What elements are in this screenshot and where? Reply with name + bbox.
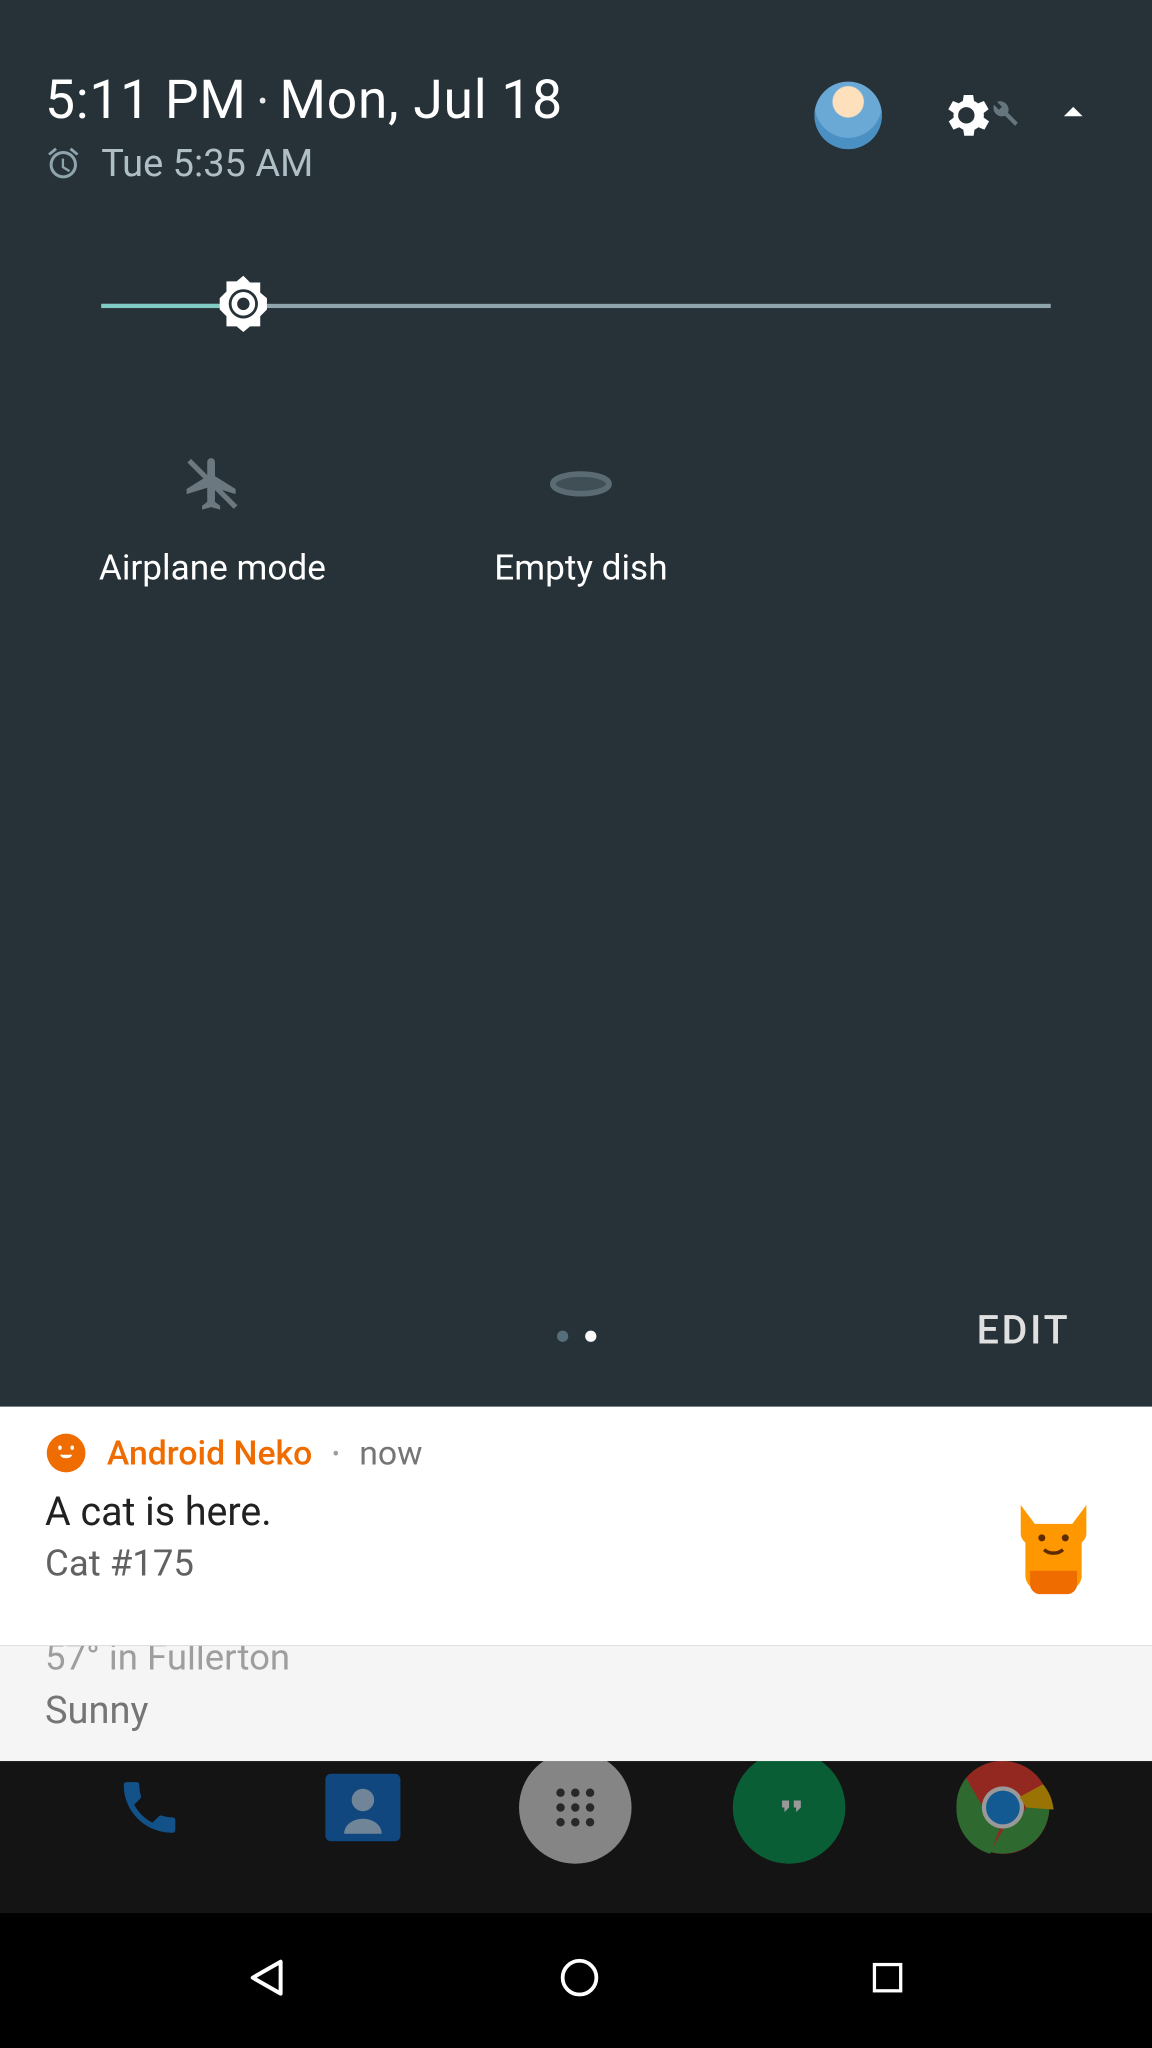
neko-cat-icon	[997, 1491, 1110, 1604]
back-button[interactable]	[245, 1954, 293, 2007]
brightness-slider[interactable]	[101, 262, 1050, 352]
airplane-mode-tile[interactable]: Airplane mode	[28, 450, 397, 589]
chevron-up-icon	[1051, 90, 1096, 135]
page-dot-0	[556, 1331, 567, 1342]
page-indicator[interactable]	[556, 1331, 595, 1342]
notification-title: A cat is here.	[45, 1488, 1113, 1534]
alarm-icon	[45, 145, 82, 182]
navigation-bar	[0, 1913, 1152, 2048]
recents-button[interactable]	[868, 1958, 907, 2003]
home-button[interactable]	[558, 1955, 603, 2006]
notification-time: now	[359, 1433, 422, 1472]
chrome-app-icon[interactable]	[947, 1751, 1060, 1864]
tile-label: Airplane mode	[99, 549, 326, 590]
alarm-time: Tue 5:35 AM	[101, 141, 313, 186]
app-drawer-icon[interactable]	[520, 1751, 633, 1864]
notification-app-name: Android Neko	[107, 1433, 312, 1472]
clock-time: 5:11 PM	[45, 70, 247, 132]
edit-button[interactable]: EDIT	[977, 1307, 1071, 1353]
quick-tiles-row: Airplane mode Empty dish	[0, 352, 1152, 590]
clock-date: Mon, Jul 18	[279, 70, 562, 132]
empty-dish-tile[interactable]: Empty dish	[397, 450, 766, 589]
settings-button[interactable]	[933, 82, 1001, 150]
notification-card-weather[interactable]: 57° in Fullerton Sunny	[0, 1646, 1152, 1761]
page-dot-1	[584, 1331, 595, 1342]
slider-thumb[interactable]	[210, 270, 278, 338]
notification-card-neko[interactable]: Android Neko • now A cat is here. Cat #1…	[0, 1407, 1152, 1646]
brightness-icon	[210, 270, 278, 338]
recents-icon	[868, 1958, 907, 1997]
tile-label: Empty dish	[494, 549, 667, 590]
weather-temp-line: 57° in Fullerton	[45, 1646, 1113, 1680]
panel-footer: EDIT	[0, 1331, 1152, 1342]
wrench-icon	[986, 96, 1020, 130]
time-block[interactable]: 5:11 PM • Mon, Jul 18 Tue 5:35 AM	[45, 70, 563, 185]
separator-dot: •	[332, 1440, 340, 1467]
quick-settings-panel: 5:11 PM • Mon, Jul 18 Tue 5:35 AM	[0, 0, 1152, 1407]
contacts-app-icon[interactable]	[306, 1751, 419, 1864]
notification-subtitle: Cat #175	[45, 1543, 1113, 1585]
hangouts-app-icon[interactable]	[733, 1751, 846, 1864]
notification-list: Android Neko • now A cat is here. Cat #1…	[0, 1407, 1152, 1761]
dish-icon	[547, 450, 615, 518]
collapse-button[interactable]	[1051, 90, 1096, 141]
panel-header: 5:11 PM • Mon, Jul 18 Tue 5:35 AM	[0, 0, 1152, 186]
user-avatar[interactable]	[814, 82, 882, 150]
weather-condition: Sunny	[45, 1688, 1113, 1733]
airplane-off-icon	[179, 450, 247, 518]
phone-app-icon[interactable]	[93, 1751, 206, 1864]
neko-app-icon	[45, 1432, 87, 1474]
home-icon	[558, 1955, 603, 2000]
back-icon	[245, 1954, 293, 2002]
separator-dot: •	[258, 84, 268, 118]
